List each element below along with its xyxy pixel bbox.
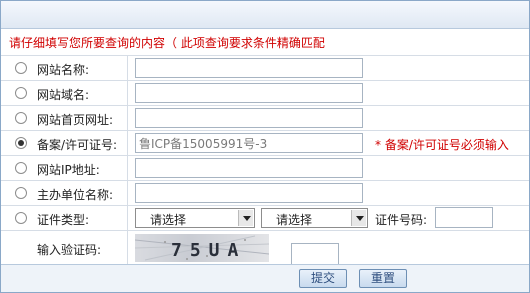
- field-label-cell: 证件类型:: [1, 206, 128, 230]
- field-label-cell: 备案/许可证号:: [1, 131, 128, 155]
- cert-subtype-select[interactable]: 请选择: [261, 208, 368, 228]
- field-row-license: 备案/许可证号: * 备案/许可证号必须输入: [1, 130, 529, 155]
- radio-ip[interactable]: [15, 162, 27, 174]
- radio-domain[interactable]: [15, 87, 27, 99]
- field-row-ip: 网站IP地址:: [1, 155, 529, 180]
- instruction-text: 请仔细填写您所要查询的内容（ 此项查询要求条件精确匹配: [9, 36, 325, 50]
- field-row-site-name: 网站名称:: [1, 55, 529, 80]
- field-label-cell: 网站名称:: [1, 56, 128, 80]
- domain-input[interactable]: [135, 83, 363, 103]
- field-row-captcha: 输入验证码: 75UA: [1, 230, 529, 265]
- captcha-label: 输入验证码:: [37, 243, 102, 257]
- chevron-down-icon: [238, 210, 253, 226]
- captcha-input[interactable]: [291, 243, 339, 265]
- field-label-homepage: 网站首页网址:: [37, 113, 114, 127]
- captcha-image[interactable]: 75UA: [135, 234, 269, 262]
- field-label-sponsor: 主办单位名称:: [37, 188, 114, 202]
- radio-site-name[interactable]: [15, 62, 27, 74]
- field-label-cell: 网站首页网址:: [1, 106, 128, 130]
- cert-subtype-select-value: 请选择: [276, 213, 313, 227]
- field-label-cell: 主办单位名称:: [1, 181, 128, 205]
- cert-type-select-value: 请选择: [150, 213, 187, 227]
- chevron-down-icon: [351, 210, 366, 226]
- field-label-cell: 输入验证码:: [1, 231, 128, 264]
- field-label-domain: 网站域名:: [37, 88, 90, 102]
- site-name-input[interactable]: [135, 58, 363, 78]
- field-label-cert-type: 证件类型:: [37, 213, 90, 227]
- license-required-note: * 备案/许可证号必须输入: [375, 138, 509, 152]
- field-label-cell: 网站IP地址:: [1, 156, 128, 180]
- sponsor-input[interactable]: [135, 183, 363, 203]
- radio-cert-type[interactable]: [15, 212, 27, 224]
- cert-type-select[interactable]: 请选择: [135, 208, 255, 228]
- cert-number-input[interactable]: [435, 207, 493, 228]
- field-label-ip: 网站IP地址:: [37, 163, 100, 177]
- field-row-sponsor: 主办单位名称:: [1, 180, 529, 205]
- captcha-text: 75UA: [171, 240, 246, 261]
- captcha-noise-graphic: 75UA: [135, 235, 269, 261]
- field-row-homepage: 网站首页网址:: [1, 105, 529, 130]
- submit-button[interactable]: 提交: [299, 269, 347, 288]
- field-row-domain: 网站域名:: [1, 80, 529, 105]
- radio-sponsor[interactable]: [15, 187, 27, 199]
- reset-button[interactable]: 重置: [359, 269, 407, 288]
- radio-license[interactable]: [15, 137, 27, 149]
- ip-input[interactable]: [135, 158, 363, 178]
- field-row-cert: 证件类型: 请选择 请选择 证件号码:: [1, 205, 529, 230]
- panel-title-bar: [1, 1, 529, 29]
- field-label-site-name: 网站名称:: [37, 63, 90, 77]
- field-label-cell: 网站域名:: [1, 81, 128, 105]
- query-form-panel: 请仔细填写您所要查询的内容（ 此项查询要求条件精确匹配 网站名称: 网站域名: …: [0, 0, 530, 293]
- homepage-input[interactable]: [135, 108, 363, 128]
- license-input[interactable]: [135, 133, 363, 153]
- cert-number-label: 证件号码:: [375, 213, 428, 227]
- field-label-license: 备案/许可证号:: [37, 138, 118, 152]
- form-footer: 提交 重置: [1, 264, 529, 292]
- radio-homepage[interactable]: [15, 112, 27, 124]
